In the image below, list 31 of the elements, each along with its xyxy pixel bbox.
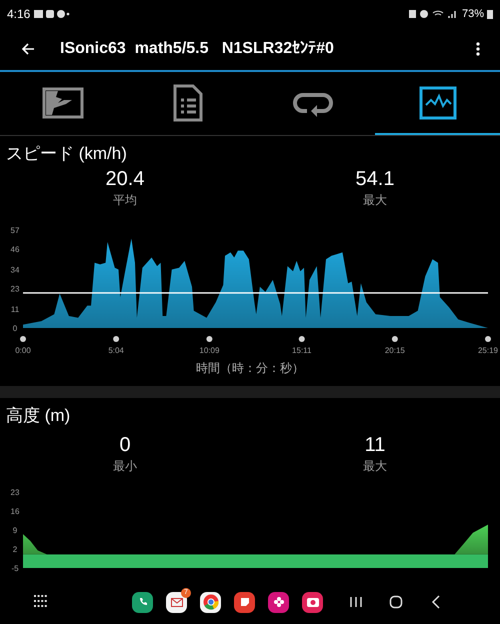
axis-tick-label: 46	[10, 244, 20, 254]
axis-tick-label: 20:15	[384, 346, 405, 355]
axis-tick-label: 16	[10, 507, 20, 516]
axis-tick-label: 25:19	[478, 346, 498, 355]
stat-label: 最小	[113, 458, 137, 474]
stat-value: 20.4	[106, 167, 144, 192]
stat-value: 54.1	[356, 167, 394, 192]
axis-tick-label: 10:09	[199, 346, 220, 355]
window-title: ISonic63 math5/5.5 N1SLR32ｾﾝﾃ#0	[60, 39, 334, 59]
section-title: スピード (km/h)	[6, 142, 127, 164]
axis-tick-label: 23	[10, 284, 20, 294]
axis-tick-label: -5	[11, 564, 19, 573]
stat-value: 0	[119, 433, 131, 458]
battery-percent: 73%	[462, 6, 484, 22]
section-title: 高度 (m)	[6, 404, 70, 426]
axis-tick-label: 23	[10, 488, 20, 497]
axis-tick-label: 57	[10, 226, 20, 235]
status-time: 4:16	[7, 6, 30, 23]
stat-label: 最大	[363, 192, 387, 208]
axis-tick-label: 15:11	[292, 346, 312, 355]
axis-tick-label: 11	[10, 305, 20, 314]
axis-title: 時間（時：分：秒）	[196, 360, 304, 377]
stat-label: 平均	[113, 192, 137, 208]
axis-tick-label: 0	[12, 324, 18, 333]
axis-tick-label: 2	[12, 545, 18, 554]
stat-value: 11	[364, 433, 386, 458]
axis-tick-label: 5:04	[108, 346, 124, 355]
axis-tick-label: 34	[10, 266, 20, 275]
axis-tick-label: 9	[12, 526, 18, 535]
stat-label: 最大	[363, 458, 387, 474]
axis-tick-label: 0:00	[15, 346, 31, 355]
